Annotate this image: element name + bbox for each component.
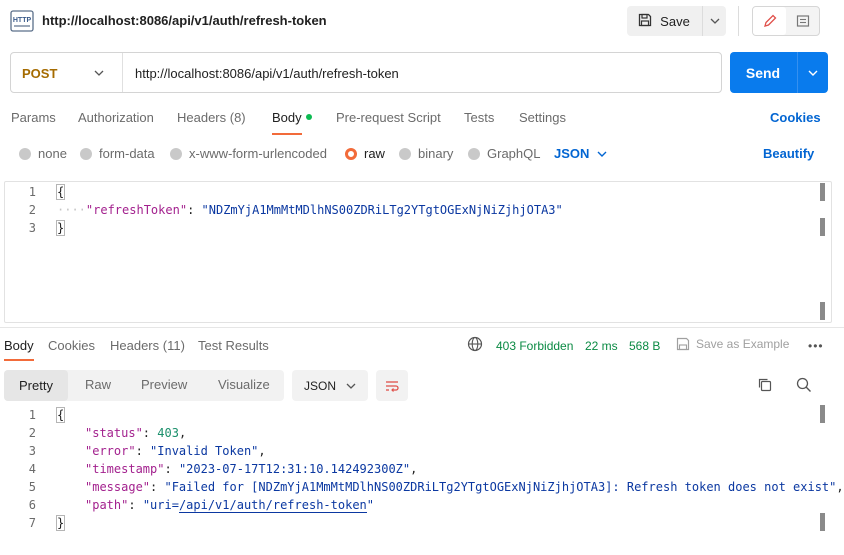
svg-text:HTTP: HTTP <box>13 17 32 24</box>
response-time[interactable]: 22 ms <box>585 339 618 353</box>
save-as-example-button[interactable]: Save as Example <box>676 337 789 351</box>
code-line: "status": 403, <box>85 426 187 440</box>
chevron-down-icon <box>597 151 607 157</box>
scrollbar-thumb[interactable] <box>820 405 825 423</box>
line-number: 1 <box>28 185 36 199</box>
send-options-button[interactable] <box>798 52 828 93</box>
radio-selected-icon <box>345 147 357 160</box>
body-type-form-data[interactable]: form-data <box>80 146 155 161</box>
view-pretty-button[interactable]: Pretty <box>4 370 68 401</box>
document-icon <box>796 15 810 27</box>
radio-icon <box>468 147 480 160</box>
scrollbar-thumb[interactable] <box>820 218 825 236</box>
panel-divider[interactable] <box>0 327 844 328</box>
tab-pre-request-script[interactable]: Pre-request Script <box>336 110 441 125</box>
save-button[interactable]: Save <box>627 6 701 36</box>
edit-mode-button[interactable] <box>753 7 786 35</box>
save-label: Save <box>660 13 690 29</box>
code-line: { <box>55 407 66 423</box>
code-line: "timestamp": "2023-07-17T12:31:10.142492… <box>85 462 418 476</box>
toolbar-divider <box>738 6 739 36</box>
line-number: 2 <box>28 203 36 217</box>
view-raw-button[interactable]: Raw <box>85 377 111 392</box>
body-format-select[interactable]: JSON <box>554 146 607 161</box>
body-type-graphql[interactable]: GraphQL <box>468 146 540 161</box>
tab-authorization[interactable]: Authorization <box>78 110 154 125</box>
body-type-binary[interactable]: binary <box>399 146 453 161</box>
path-link[interactable]: /api/v1/auth/refresh-token <box>178 498 367 513</box>
response-tab-body[interactable]: Body <box>4 338 34 353</box>
beautify-button[interactable]: Beautify <box>763 146 814 161</box>
tab-settings[interactable]: Settings <box>519 110 566 125</box>
line-number: 2 <box>28 426 36 440</box>
wrap-lines-button[interactable] <box>376 370 408 401</box>
chevron-down-icon <box>710 18 719 24</box>
http-request-icon: HTTP <box>10 10 34 32</box>
view-preview-button[interactable]: Preview <box>141 377 187 392</box>
request-title[interactable]: http://localhost:8086/api/v1/auth/refres… <box>42 13 327 28</box>
documentation-mode-button[interactable] <box>787 7 819 35</box>
active-tab-underline <box>272 133 302 135</box>
code-line: "error": "Invalid Token", <box>85 444 266 458</box>
radio-icon <box>399 147 411 160</box>
view-visualize-button[interactable]: Visualize <box>218 377 270 392</box>
tab-tests[interactable]: Tests <box>464 110 494 125</box>
response-format-select[interactable]: JSON <box>292 370 368 401</box>
tab-params[interactable]: Params <box>11 110 56 125</box>
line-number: 1 <box>28 408 36 422</box>
chevron-down-icon <box>346 383 356 389</box>
scrollbar-thumb[interactable] <box>820 513 825 531</box>
response-size[interactable]: 568 B <box>629 339 660 353</box>
search-icon[interactable] <box>795 376 813 394</box>
body-type-none[interactable]: none <box>19 146 67 161</box>
tab-headers[interactable]: Headers (8) <box>177 110 246 125</box>
line-number: 5 <box>28 480 36 494</box>
send-button[interactable]: Send <box>730 52 796 93</box>
response-tab-test-results[interactable]: Test Results <box>198 338 269 353</box>
copy-icon[interactable] <box>756 376 774 394</box>
line-number: 3 <box>28 221 36 235</box>
save-icon <box>638 13 652 30</box>
response-tab-cookies[interactable]: Cookies <box>48 338 95 353</box>
body-type-urlencoded[interactable]: x-www-form-urlencoded <box>170 146 327 161</box>
line-number: 6 <box>28 498 36 512</box>
save-options-button[interactable] <box>702 6 726 36</box>
chevron-down-icon <box>808 70 818 76</box>
code-line: } <box>55 515 66 531</box>
line-number: 3 <box>28 444 36 458</box>
active-tab-underline <box>4 359 34 361</box>
method-select[interactable]: POST <box>22 66 57 81</box>
tab-body[interactable]: Body <box>272 110 302 125</box>
code-line: } <box>55 220 66 236</box>
pencil-icon <box>763 14 776 27</box>
save-icon <box>676 337 690 351</box>
body-type-raw[interactable]: raw <box>345 146 385 161</box>
radio-icon <box>170 147 182 160</box>
scrollbar-thumb[interactable] <box>820 302 825 320</box>
line-number: 4 <box>28 462 36 476</box>
body-modified-indicator <box>306 114 312 120</box>
response-tab-headers[interactable]: Headers (11) <box>110 338 185 353</box>
scrollbar-thumb[interactable] <box>820 183 825 201</box>
cookies-link[interactable]: Cookies <box>770 110 821 125</box>
wrap-lines-icon <box>386 380 399 392</box>
line-number: 7 <box>28 516 36 530</box>
globe-icon[interactable] <box>467 336 483 352</box>
url-divider <box>122 53 123 92</box>
url-input[interactable]: http://localhost:8086/api/v1/auth/refres… <box>135 66 399 81</box>
radio-icon <box>80 147 92 160</box>
code-line: ····"refreshToken": "NDZmYjA1MmMtMDlhNS0… <box>57 203 563 217</box>
more-options-icon[interactable]: ••• <box>808 339 824 353</box>
status-code[interactable]: 403 Forbidden <box>496 339 573 353</box>
radio-icon <box>19 147 31 160</box>
chevron-down-icon[interactable] <box>92 66 106 80</box>
code-line: { <box>55 184 66 200</box>
code-line: "path": "uri=/api/v1/auth/refresh-token" <box>85 498 375 513</box>
code-line: "message": "Failed for [NDZmYjA1MmMtMDlh… <box>85 480 844 494</box>
